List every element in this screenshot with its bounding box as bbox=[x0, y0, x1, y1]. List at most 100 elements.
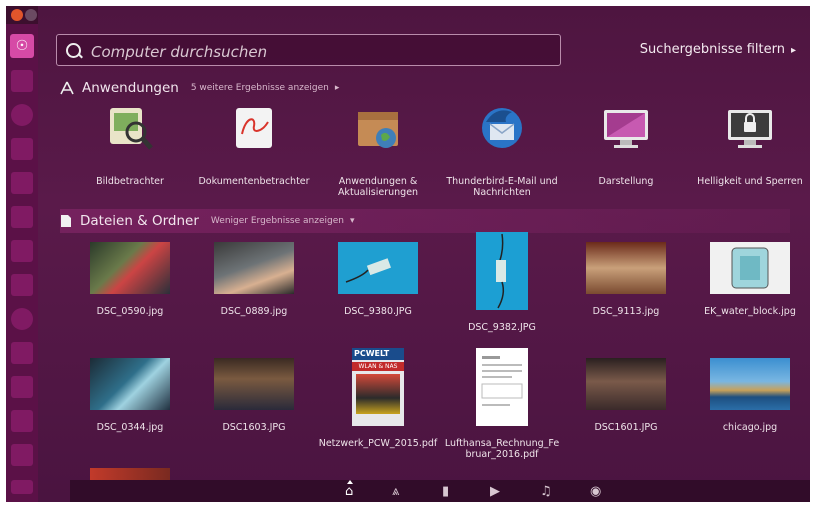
file-label: DSC_0889.jpg bbox=[220, 306, 288, 317]
magazine-brand: PCWELT bbox=[352, 348, 404, 360]
magazine-thumbnail: PCWELT WLAN & NAS bbox=[352, 348, 404, 426]
software-updates-icon bbox=[352, 102, 404, 154]
file-label: DSC_0344.jpg bbox=[96, 422, 164, 433]
launcher-app-icon[interactable] bbox=[11, 444, 33, 466]
app-label: Anwendungen & Aktualisierungen bbox=[337, 176, 419, 198]
file-result[interactable]: DSC1603.JPG bbox=[194, 358, 314, 433]
show-fewer-label: Weniger Ergebnisse anzeigen bbox=[210, 216, 344, 226]
app-result-brightness-lock[interactable]: Helligkeit und Sperren bbox=[690, 102, 810, 187]
launcher-spreadsheet-icon[interactable] bbox=[11, 172, 33, 194]
search-bar[interactable] bbox=[56, 34, 561, 66]
file-label: chicago.jpg bbox=[722, 422, 778, 433]
app-result-software-updates[interactable]: Anwendungen & Aktualisierungen bbox=[318, 102, 438, 198]
photo-icon[interactable]: ◉ bbox=[590, 484, 601, 499]
photo-thumbnail bbox=[586, 358, 666, 410]
launcher-files-icon[interactable] bbox=[11, 70, 33, 92]
file-result[interactable]: EK_water_block.jpg bbox=[690, 242, 810, 317]
photo-thumbnail bbox=[214, 242, 294, 294]
app-result-thunderbird[interactable]: Thunderbird-E-Mail und Nachrichten bbox=[442, 102, 562, 198]
photo-thumbnail bbox=[90, 242, 170, 294]
image-viewer-icon bbox=[104, 102, 156, 154]
show-more-results-link[interactable]: 5 weitere Ergebnisse anzeigen ▸ bbox=[191, 83, 340, 93]
file-label: DSC1601.JPG bbox=[594, 422, 658, 433]
file-result[interactable]: DSC_0889.jpg bbox=[194, 242, 314, 317]
show-more-label: 5 weitere Ergebnisse anzeigen bbox=[190, 83, 329, 93]
file-result[interactable]: PCWELT WLAN & NAS Netzwerk_PCW_2015.pdf bbox=[318, 348, 438, 449]
file-result[interactable]: DSC1601.JPG bbox=[566, 358, 686, 433]
music-icon[interactable]: ♫ bbox=[540, 484, 552, 499]
file-result[interactable]: Lufthansa_Rechnung_Februar_2016.pdf bbox=[442, 348, 562, 460]
file-label: DSC_9380.JPG bbox=[344, 306, 412, 317]
dash-home-icon[interactable]: ☉ bbox=[10, 34, 34, 58]
file-result[interactable]: DSC_9382.JPG bbox=[442, 232, 562, 333]
active-lens-indicator-icon bbox=[347, 480, 353, 484]
app-label: Darstellung bbox=[598, 176, 654, 187]
section-files-folders: Dateien & Ordner Weniger Ergebnisse anze… bbox=[60, 209, 790, 233]
app-label: Helligkeit und Sperren bbox=[697, 176, 803, 187]
show-fewer-results-link[interactable]: Weniger Ergebnisse anzeigen ▾ bbox=[211, 216, 355, 226]
apps-icon bbox=[60, 81, 74, 95]
lens-bar: ⌂ ⩓ ▮ ▶ ♫ ◉ bbox=[70, 480, 810, 502]
file-result[interactable]: DSC_9113.jpg bbox=[566, 242, 686, 317]
app-label: Bildbetrachter bbox=[96, 176, 164, 187]
app-result-appearance[interactable]: Darstellung bbox=[566, 102, 686, 187]
launcher-app-icon[interactable] bbox=[11, 410, 33, 432]
launcher-document-icon[interactable] bbox=[11, 138, 33, 160]
document-viewer-icon bbox=[228, 102, 280, 154]
file-label: DSC_9382.JPG bbox=[468, 322, 536, 333]
launcher-presentation-icon[interactable] bbox=[11, 206, 33, 228]
file-label: Netzwerk_PCW_2015.pdf bbox=[318, 438, 438, 449]
launcher: ☉ bbox=[6, 24, 38, 502]
appearance-icon bbox=[600, 102, 652, 154]
launcher-terminal-icon[interactable] bbox=[11, 342, 33, 364]
file-label: DSC_0590.jpg bbox=[96, 306, 164, 317]
files-icon[interactable]: ▮ bbox=[442, 484, 449, 499]
chevron-right-icon: ▸ bbox=[790, 45, 796, 56]
app-label: Thunderbird-E-Mail und Nachrichten bbox=[446, 176, 558, 198]
chevron-right-icon: ▸ bbox=[334, 83, 340, 93]
file-result[interactable]: chicago.jpg bbox=[690, 358, 810, 433]
minimize-button[interactable] bbox=[25, 9, 37, 21]
filter-label: Suchergebnisse filtern bbox=[639, 42, 785, 57]
launcher-browser-icon[interactable] bbox=[11, 104, 33, 126]
file-label: DSC1603.JPG bbox=[222, 422, 286, 433]
pdf-thumbnail bbox=[476, 348, 528, 426]
search-input[interactable] bbox=[89, 41, 553, 63]
section-title: Anwendungen bbox=[82, 80, 179, 96]
photo-thumbnail bbox=[710, 358, 790, 410]
photo-thumbnail bbox=[476, 232, 528, 310]
brightness-lock-icon bbox=[724, 102, 776, 154]
launcher-shop-icon[interactable] bbox=[11, 274, 33, 296]
launcher-trash-icon[interactable] bbox=[11, 480, 33, 494]
photo-thumbnail bbox=[214, 358, 294, 410]
home-icon[interactable]: ⌂ bbox=[345, 480, 353, 499]
unity-desktop: ☉ Suchergebnisse filtern ▸ Anwendungen bbox=[6, 6, 810, 502]
document-icon bbox=[61, 215, 71, 227]
file-result[interactable]: DSC_0590.jpg bbox=[70, 242, 190, 317]
filter-results-button[interactable]: Suchergebnisse filtern ▸ bbox=[640, 42, 796, 57]
video-icon[interactable]: ▶ bbox=[490, 484, 500, 499]
section-applications: Anwendungen 5 weitere Ergebnisse anzeige… bbox=[60, 76, 790, 100]
file-result[interactable]: DSC_9380.JPG bbox=[318, 242, 438, 317]
file-result[interactable]: DSC_0344.jpg bbox=[70, 358, 190, 433]
chevron-down-icon: ▾ bbox=[349, 216, 355, 226]
file-label: DSC_9113.jpg bbox=[592, 306, 660, 317]
app-result-image-viewer[interactable]: Bildbetrachter bbox=[70, 102, 190, 187]
section-title: Dateien & Ordner bbox=[80, 213, 199, 229]
photo-thumbnail bbox=[90, 358, 170, 410]
close-button[interactable] bbox=[11, 9, 23, 21]
magazine-headline: WLAN & NAS bbox=[352, 362, 404, 371]
file-label: EK_water_block.jpg bbox=[704, 306, 796, 317]
launcher-settings-icon[interactable] bbox=[11, 308, 33, 330]
launcher-software-center-icon[interactable] bbox=[11, 240, 33, 262]
search-icon bbox=[66, 43, 81, 58]
app-label: Dokumentenbetrachter bbox=[198, 176, 310, 187]
dash-overlay: Suchergebnisse filtern ▸ Anwendungen 5 we… bbox=[38, 6, 810, 502]
app-result-document-viewer[interactable]: Dokumentenbetrachter bbox=[194, 102, 314, 187]
launcher-app-icon[interactable] bbox=[11, 376, 33, 398]
photo-thumbnail[interactable] bbox=[90, 468, 170, 480]
file-label: Lufthansa_Rechnung_Februar_2016.pdf bbox=[444, 438, 560, 460]
thunderbird-icon bbox=[476, 102, 528, 154]
apps-icon[interactable]: ⩓ bbox=[392, 484, 399, 499]
photo-thumbnail bbox=[710, 242, 790, 294]
